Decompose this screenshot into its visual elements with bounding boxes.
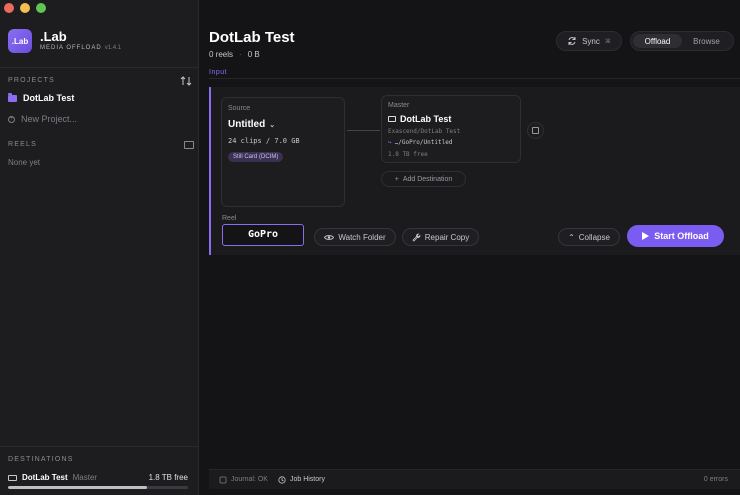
add-destination-label: Add Destination bbox=[402, 175, 453, 183]
page-meta: 0 reels · 0 B bbox=[209, 50, 260, 59]
eye-icon bbox=[324, 234, 335, 240]
app-logo: .Lab bbox=[8, 29, 32, 53]
source-label: Source bbox=[228, 105, 251, 112]
sync-label: Sync bbox=[582, 36, 600, 46]
journal-status: Journal: OK bbox=[219, 476, 268, 484]
total-size: 0 B bbox=[247, 50, 260, 59]
master-subpath-text: …/GoPro/Untitled bbox=[394, 139, 453, 146]
journal-icon bbox=[219, 476, 227, 483]
wrench-icon bbox=[412, 233, 421, 242]
reels-section-label: REELS bbox=[8, 141, 37, 148]
collapse-button[interactable]: ⌃ Collapse bbox=[558, 228, 620, 246]
minimize-window-button[interactable] bbox=[20, 3, 30, 13]
tab-browse[interactable]: Browse bbox=[682, 34, 731, 48]
page-title: DotLab Test bbox=[209, 29, 295, 46]
app-subtitle: MEDIA OFFLOAD bbox=[40, 45, 102, 51]
destination-usage-bar bbox=[8, 486, 188, 489]
plus-icon: + bbox=[394, 175, 399, 183]
main-content: DotLab Test 0 reels · 0 B Sync ⌘ Offload B… bbox=[200, 0, 740, 495]
zoom-window-button[interactable] bbox=[36, 3, 46, 13]
master-subpath: ↪ …/GoPro/Untitled bbox=[388, 139, 452, 146]
master-free-space: 1.8 TB free bbox=[388, 151, 428, 158]
add-reel-icon[interactable] bbox=[184, 141, 194, 149]
master-title: DotLab Test bbox=[388, 114, 451, 124]
chevron-up-icon: ⌃ bbox=[568, 232, 575, 242]
destination-free-space: 1.8 TB free bbox=[148, 473, 188, 482]
divider bbox=[209, 78, 740, 79]
source-name: Untitled bbox=[228, 119, 266, 130]
arrow-right-icon: ↪ bbox=[388, 139, 392, 146]
app-name: .Lab bbox=[40, 29, 67, 44]
chevron-down-icon: ⌄ bbox=[269, 121, 276, 129]
sync-button[interactable]: Sync ⌘ bbox=[556, 31, 622, 51]
sync-icon bbox=[568, 37, 576, 45]
sidebar-item-project[interactable]: DotLab Test bbox=[8, 92, 75, 103]
app-version: v1.4.1 bbox=[104, 45, 122, 51]
destinations-section-label: DESTINATIONS bbox=[8, 456, 74, 463]
new-project-button[interactable]: + New Project... bbox=[8, 114, 77, 124]
destination-usage-fill bbox=[8, 486, 147, 489]
duplicate-destination-button[interactable] bbox=[527, 122, 544, 139]
tab-offload[interactable]: Offload bbox=[633, 34, 682, 48]
repair-copy-button[interactable]: Repair Copy bbox=[402, 228, 479, 246]
reel-name-input[interactable]: GoPro bbox=[222, 224, 304, 246]
offload-panel: Source Untitled ⌄ 24 clips / 7.0 GB Stil… bbox=[209, 87, 740, 255]
divider bbox=[0, 446, 199, 447]
master-name: DotLab Test bbox=[400, 114, 452, 124]
repair-copy-label: Repair Copy bbox=[424, 232, 470, 242]
destination-item[interactable]: DotLab Test Master 1.8 TB free bbox=[8, 473, 188, 482]
sidebar: .Lab .Lab MEDIA OFFLOAD v1.4.1 PROJECTS D… bbox=[0, 0, 199, 495]
history-icon bbox=[278, 475, 286, 484]
master-destination-card: Master DotLab Test Exascend/DotLab Test … bbox=[381, 95, 521, 163]
destination-name: DotLab Test bbox=[22, 473, 68, 482]
watch-folder-button[interactable]: Watch Folder bbox=[314, 228, 396, 246]
app-brand: .Lab .Lab MEDIA OFFLOAD v1.4.1 bbox=[8, 29, 121, 53]
folder-icon bbox=[8, 92, 17, 102]
window-controls bbox=[4, 3, 46, 13]
start-offload-label: Start Offload bbox=[654, 231, 709, 241]
add-destination-button[interactable]: + Add Destination bbox=[381, 171, 466, 187]
start-offload-button[interactable]: Start Offload bbox=[627, 225, 724, 247]
reels-empty-text: None yet bbox=[8, 158, 41, 167]
collapse-label: Collapse bbox=[578, 232, 610, 242]
source-clips: 24 clips / 7.0 GB bbox=[228, 137, 300, 145]
plus-circle-icon: + bbox=[8, 115, 15, 123]
source-card: Source Untitled ⌄ 24 clips / 7.0 GB Stil… bbox=[221, 97, 345, 207]
drive-icon bbox=[8, 474, 17, 481]
close-window-button[interactable] bbox=[4, 3, 14, 13]
source-type-badge: Still Card (DCIM) bbox=[228, 152, 284, 162]
drive-icon bbox=[388, 116, 396, 122]
view-tabs: Offload Browse bbox=[630, 31, 734, 51]
error-count: 0 errors bbox=[703, 476, 728, 483]
projects-section-label: PROJECTS bbox=[8, 77, 55, 84]
copy-icon bbox=[532, 127, 539, 134]
master-label: Master bbox=[388, 102, 410, 109]
connector-line bbox=[347, 130, 380, 131]
new-project-label: New Project... bbox=[21, 114, 78, 124]
status-bar: Journal: OK Job History 0 errors bbox=[209, 469, 740, 489]
play-icon bbox=[642, 232, 650, 240]
job-history-button[interactable]: Job History bbox=[278, 475, 325, 484]
input-section-label: Input bbox=[209, 69, 228, 76]
sort-icon[interactable] bbox=[180, 75, 192, 87]
reel-label: Reel bbox=[222, 215, 237, 222]
journal-status-text: Journal: OK bbox=[231, 476, 268, 483]
master-path: Exascend/DotLab Test bbox=[388, 128, 461, 135]
destination-role: Master bbox=[72, 473, 98, 482]
job-history-label: Job History bbox=[289, 476, 325, 483]
reel-count: 0 reels bbox=[209, 50, 234, 59]
watch-folder-label: Watch Folder bbox=[338, 232, 386, 242]
sync-shortcut: ⌘ bbox=[604, 38, 611, 45]
sidebar-item-label: DotLab Test bbox=[23, 93, 75, 103]
source-selector[interactable]: Untitled ⌄ bbox=[228, 119, 275, 130]
divider bbox=[0, 67, 199, 68]
